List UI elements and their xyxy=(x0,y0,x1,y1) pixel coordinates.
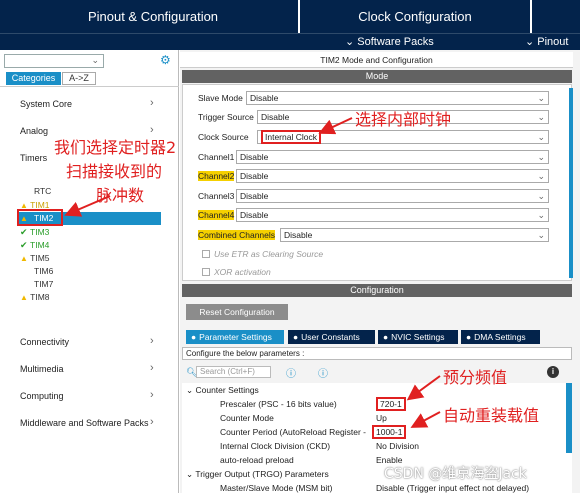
watermark: CSDN @维京海盗Jack xyxy=(384,466,527,482)
arrow-to-tim2 xyxy=(64,195,111,217)
annotation-arrows xyxy=(64,117,441,428)
arrow-to-period xyxy=(410,411,441,428)
arrow-to-clock-source xyxy=(318,117,353,135)
arrow-to-prescaler xyxy=(406,375,441,401)
